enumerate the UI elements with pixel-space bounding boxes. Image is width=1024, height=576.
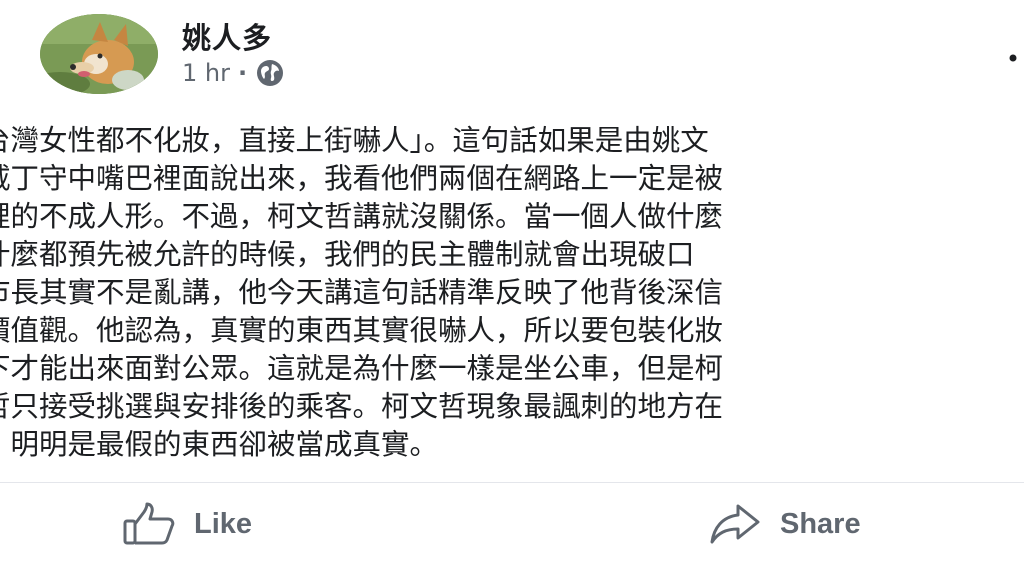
globe-icon xyxy=(257,60,284,86)
author-name[interactable]: 姚人多 xyxy=(182,20,272,56)
post-text-line: 市長其實不是亂講，他今天講這句話精準反映了他背後深信 xyxy=(0,276,724,309)
post-text-line: 價值觀。他認為，真實的東西其實很嚇人，所以要包裝化妝 xyxy=(0,314,724,347)
meta-separator: · xyxy=(237,59,248,87)
avatar[interactable] xyxy=(40,14,158,94)
actions-divider xyxy=(0,482,1024,483)
post-body: 台灣女性都不化妝，直接上街嚇人」。這句話如果是由姚文 戚丁守中嘴巴裡面說出來，我… xyxy=(0,112,1024,472)
post-header: 姚人多 1 hr · xyxy=(0,0,1024,110)
post-time[interactable]: 1 hr xyxy=(182,58,230,88)
post-text-line: ，明明是最假的東西卻被當成真實。 xyxy=(0,428,439,461)
post-text-line: 戚丁守中嘴巴裡面說出來，我看他們兩個在網路上一定是被 xyxy=(0,162,724,195)
like-label: Like xyxy=(194,507,253,540)
share-arrow-icon xyxy=(710,504,760,544)
post-text-line: 裡的不成人形。不過，柯文哲講就沒關係。當一個人做什麼 xyxy=(0,200,724,233)
post-text-line: 下才能出來面對公眾。這就是為什麼一樣是坐公車，但是柯 xyxy=(0,352,724,385)
avatar-dog-photo xyxy=(40,14,158,94)
post-text-line: 什麼都預先被允許的時候，我們的民主體制就會出現破口 xyxy=(0,238,695,271)
post-text-line: 台灣女性都不化妝，直接上街嚇人」。這句話如果是由姚文 xyxy=(0,124,709,157)
share-label: Share xyxy=(780,507,861,540)
more-options-icon[interactable] xyxy=(1006,46,1020,70)
thumbs-up-icon xyxy=(123,502,175,545)
post-meta: 1 hr · xyxy=(182,58,285,88)
share-button[interactable]: Share xyxy=(708,498,861,550)
like-button[interactable]: Like xyxy=(122,498,252,550)
post-text-line: 哲只接受挑選與安排後的乘客。柯文哲現象最諷刺的地方在 xyxy=(0,390,724,423)
post-text: 台灣女性都不化妝，直接上街嚇人」。這句話如果是由姚文 戚丁守中嘴巴裡面說出來，我… xyxy=(0,122,1024,464)
